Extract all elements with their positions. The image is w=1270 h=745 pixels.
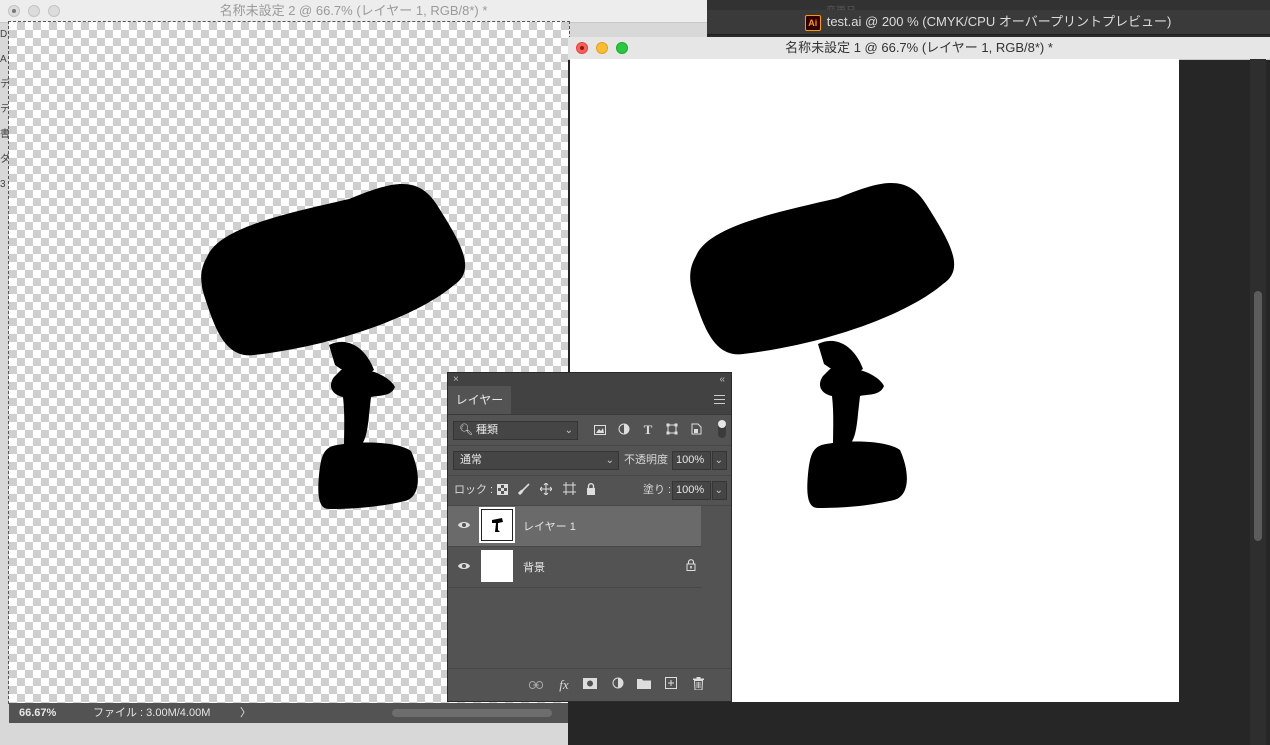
fill-label: 塗り : <box>643 484 672 496</box>
left-strip-char: ダ <box>0 154 9 165</box>
layer-thumbnail <box>479 507 515 543</box>
lamp-silhouette-image <box>201 183 466 509</box>
zoom-button[interactable] <box>616 42 628 54</box>
lamp-thumbnail-icon <box>492 518 503 532</box>
vertical-scroll-thumb[interactable] <box>1254 291 1262 541</box>
close-button[interactable] <box>576 42 588 54</box>
chevron-down-icon: ⌄ <box>714 455 723 466</box>
layer-name[interactable]: レイヤー 1 <box>523 518 576 534</box>
layer-row[interactable]: 背景 <box>448 547 701 588</box>
blend-mode-label: 通常 <box>460 454 482 466</box>
delete-layer-trash-icon[interactable] <box>690 677 706 693</box>
panel-menu-icon[interactable] <box>714 395 725 405</box>
doc1-titlebar[interactable]: 名称未設定 1 @ 66.7% (レイヤー 1, RGB/8*) * <box>568 37 1270 60</box>
link-layers-icon[interactable] <box>528 677 544 693</box>
add-mask-icon[interactable] <box>582 677 598 693</box>
left-strip-char: A <box>0 54 7 65</box>
left-strip-char: デ <box>0 79 9 90</box>
left-strip-char: テ <box>0 104 9 115</box>
chevron-down-icon: ⌄ <box>605 455 614 466</box>
opacity-label: 不透明度 : <box>624 454 675 466</box>
file-size-info: ファイル : 3.00M/4.00M <box>93 707 211 719</box>
opacity-input[interactable]: 100% <box>672 451 711 470</box>
chevron-down-icon: ⌄ <box>564 425 573 436</box>
adjustment-filter-icon[interactable] <box>616 422 632 439</box>
left-strip-char: D <box>0 29 8 40</box>
new-adjustment-layer-icon[interactable] <box>610 677 626 693</box>
tab-layers[interactable]: レイヤー <box>448 386 511 414</box>
type-filter-icon[interactable]: T <box>640 421 656 438</box>
panel-collapse-icon[interactable]: « <box>719 373 725 386</box>
layers-panel: × « レイヤー 🔍︎ 種類 ⌄ T 通常 ⌄ 不透明度: 100% ⌄ ロッ… <box>447 372 732 702</box>
blend-mode-select[interactable]: 通常 ⌄ <box>453 451 619 470</box>
doc2-window-controls <box>8 5 60 17</box>
status-bar: 66.67% ファイル : 3.00M/4.00M 〉 <box>9 703 569 723</box>
search-icon: 🔍︎ <box>459 424 473 436</box>
vertical-scrollbar[interactable] <box>1250 59 1266 745</box>
layer-style-fx-icon[interactable]: fx <box>556 677 572 693</box>
blend-row: 通常 ⌄ 不透明度 : 100% ⌄ <box>448 446 731 476</box>
lock-row: ロック : 塗り : 100% ⌄ <box>448 476 731 506</box>
shape-filter-icon[interactable] <box>664 422 680 439</box>
illustrator-app-icon: Ai <box>804 14 821 31</box>
opacity-value: 100% <box>676 454 705 466</box>
opacity-dropdown[interactable]: ⌄ <box>712 451 727 470</box>
doc2-titlebar[interactable]: 名称未設定 2 @ 66.7% (レイヤー 1, RGB/8*) * <box>0 0 707 23</box>
left-strip-char: 書 <box>0 129 9 140</box>
filter-kind-select[interactable]: 🔍︎ 種類 ⌄ <box>453 421 578 440</box>
close-dot-icon <box>580 46 584 50</box>
doc1-title: 名称未設定 1 @ 66.7% (レイヤー 1, RGB/8*) * <box>785 40 1053 55</box>
smart-object-filter-icon[interactable] <box>688 422 704 439</box>
status-menu-arrow-icon[interactable]: 〉 <box>240 703 251 723</box>
chevron-down-icon: ⌄ <box>714 485 723 496</box>
visibility-eye-icon[interactable] <box>457 519 471 533</box>
panel-tab-row: レイヤー <box>448 386 731 415</box>
new-group-folder-icon[interactable] <box>636 677 652 693</box>
fill-dropdown[interactable]: ⌄ <box>712 481 727 500</box>
lock-position-icon[interactable] <box>538 482 554 499</box>
layer-list: レイヤー 1 背景 <box>448 506 717 588</box>
minimize-button[interactable] <box>596 42 608 54</box>
zoom-button[interactable] <box>48 5 60 17</box>
close-button[interactable] <box>8 5 20 17</box>
illustrator-title: test.ai @ 200 % (CMYK/CPU オーバープリントプレビュー) <box>826 14 1172 29</box>
panel-header[interactable]: × « <box>448 373 731 386</box>
filter-kind-label: 種類 <box>476 424 498 436</box>
layer-thumbnail <box>481 550 513 582</box>
fill-input[interactable]: 100% <box>672 481 711 500</box>
zoom-level[interactable]: 66.67% <box>19 703 56 723</box>
lock-transparent-pixels-icon[interactable] <box>494 482 510 499</box>
lock-all-icon[interactable] <box>583 482 599 499</box>
new-layer-icon[interactable] <box>663 677 679 693</box>
toggle-knob <box>718 420 726 428</box>
panel-close-icon[interactable]: × <box>453 373 459 386</box>
left-strip-char: 3 <box>0 179 6 190</box>
doc2-left-strip: D A デ テ 書 ダ 3 <box>0 22 9 222</box>
doc2-title: 名称未設定 2 @ 66.7% (レイヤー 1, RGB/8*) * <box>219 3 488 18</box>
lock-artboard-icon[interactable] <box>561 482 577 499</box>
layer-name[interactable]: 背景 <box>523 559 545 575</box>
pixel-filter-icon[interactable] <box>592 422 608 439</box>
illustrator-titlebar[interactable]: Ai test.ai @ 200 % (CMYK/CPU オーバープリントプレビュ… <box>706 10 1270 35</box>
layer-lock-icon[interactable] <box>686 559 700 573</box>
lock-label: ロック : <box>454 484 494 496</box>
filter-row: 🔍︎ 種類 ⌄ T <box>448 415 731 446</box>
horizontal-scrollbar[interactable] <box>392 709 552 717</box>
fill-value: 100% <box>676 484 705 496</box>
layer-row[interactable]: レイヤー 1 <box>448 506 701 547</box>
illustrator-partial-text: 変更日 <box>826 2 856 10</box>
filter-toggle-switch[interactable] <box>718 420 726 438</box>
doc1-window-controls <box>576 42 628 54</box>
close-dot-icon <box>12 9 16 13</box>
lock-image-pixels-icon[interactable] <box>516 482 532 499</box>
panel-footer: fx <box>448 668 731 701</box>
visibility-eye-icon[interactable] <box>457 560 471 574</box>
minimize-button[interactable] <box>28 5 40 17</box>
